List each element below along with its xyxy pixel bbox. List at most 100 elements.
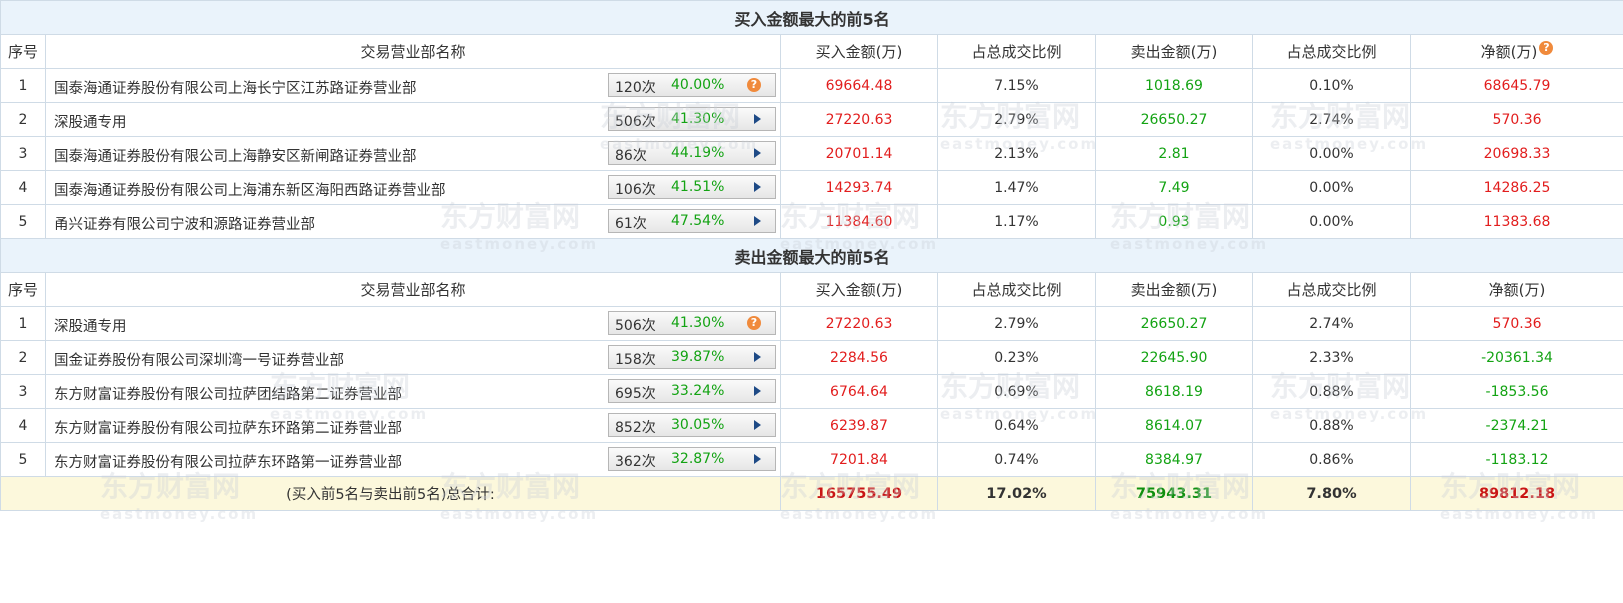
buy-amount: 2284.56	[780, 340, 938, 375]
trade-count-button[interactable]: 506次 41.30%?	[608, 311, 776, 335]
sell-amount: 8618.19	[1095, 374, 1253, 409]
sell-ratio: 0.10%	[1252, 68, 1411, 103]
broker-name-cell: 国泰海通证券股份有限公司上海长宁区江苏路证券营业部 120次 40.00%?	[45, 68, 781, 103]
net-amount: -1183.12	[1409, 442, 1623, 477]
broker-name-link[interactable]: 国泰海通证券股份有限公司上海长宁区江苏路证券营业部	[54, 77, 417, 98]
trade-count-button[interactable]: 106次 41.51%	[608, 175, 776, 199]
broker-name-link[interactable]: 深股通专用	[54, 111, 127, 132]
row-index: 1	[0, 68, 46, 103]
sell-amount: 22645.90	[1095, 340, 1253, 375]
row-index: 4	[0, 408, 46, 443]
header-row: 序号 交易营业部名称 买入金额(万) 占总成交比例 卖出金额(万) 占总成交比例 净额(万)	[0, 272, 1623, 307]
table-row: 4 国泰海通证券股份有限公司上海浦东新区海阳西路证券营业部 106次 41.51% 14…	[0, 170, 1623, 205]
header-buy-amount: 买入金额(万)	[780, 34, 938, 69]
table-row: 1 深股通专用 506次 41.30%? 27220.63 2.79% 26650.27 2.…	[0, 306, 1623, 341]
net-amount: 14286.25	[1409, 170, 1623, 205]
table-row: 1 国泰海通证券股份有限公司上海长宁区江苏路证券营业部 120次 40.00%? 696…	[0, 68, 1623, 103]
sell-amount: 8614.07	[1095, 408, 1253, 443]
header-broker-name-label: 交易营业部名称	[360, 281, 466, 299]
total-row: (买入前5名与卖出前5名)总合计: 165755.49 17.02% 75943.31…	[0, 476, 1623, 511]
buy-ratio: 0.23%	[937, 340, 1096, 375]
sell-ratio: 0.88%	[1252, 408, 1411, 443]
trade-count: 362次	[615, 454, 656, 470]
help-icon[interactable]: ?	[1539, 41, 1554, 55]
trade-success-rate: 47.54%	[671, 213, 725, 229]
net-amount: -1853.56	[1409, 374, 1623, 409]
row-index: 4	[0, 170, 46, 205]
trade-count-button[interactable]: 120次 40.00%?	[608, 73, 776, 97]
row-index: 3	[0, 136, 46, 171]
total-buy-ratio: 17.02%	[937, 476, 1096, 511]
header-broker-name: 交易营业部名称	[45, 34, 781, 69]
trade-success-rate: 44.19%	[671, 145, 725, 161]
sell-amount: 26650.27	[1095, 306, 1253, 341]
lhb-page: 买入金额最大的前5名 序号 交易营业部名称 买入金额(万) 占总成交比例 卖出金额(万) 占…	[0, 0, 1623, 603]
buy-amount: 14293.74	[780, 170, 938, 205]
table-row: 2 国金证券股份有限公司深圳湾一号证券营业部 158次 39.87% 2284.56 0.…	[0, 340, 1623, 375]
broker-name-link[interactable]: 甬兴证券有限公司宁波和源路证券营业部	[54, 213, 315, 234]
buy-ratio: 2.13%	[937, 136, 1096, 171]
net-amount: 570.36	[1409, 102, 1623, 137]
dragon-tiger-table: 买入金额最大的前5名 序号 交易营业部名称 买入金额(万) 占总成交比例 卖出金额(万) 占…	[0, 0, 1623, 511]
header-broker-name: 交易营业部名称	[45, 272, 781, 307]
total-buy-amount: 165755.49	[780, 476, 938, 511]
total-net-amount: 89812.18	[1409, 476, 1623, 511]
broker-name-link[interactable]: 东方财富证券股份有限公司拉萨团结路第二证券营业部	[54, 383, 402, 404]
total-label: (买入前5名与卖出前5名)总合计:	[0, 476, 781, 511]
arrow-right-icon	[754, 114, 761, 124]
broker-name-link[interactable]: 东方财富证券股份有限公司拉萨东环路第二证券营业部	[54, 417, 402, 438]
header-net-amount: 净额(万)	[1409, 272, 1623, 307]
trade-count: 506次	[615, 114, 656, 130]
buy-amount: 69664.48	[780, 68, 938, 103]
table-body: 买入金额最大的前5名 序号 交易营业部名称 买入金额(万) 占总成交比例 卖出金额(万) 占…	[0, 0, 1623, 511]
buy-amount: 27220.63	[780, 306, 938, 341]
help-icon: ?	[747, 316, 761, 330]
total-sell-amount: 75943.31	[1095, 476, 1253, 511]
trade-count-button[interactable]: 158次 39.87%	[608, 345, 776, 369]
header-buy-amount: 买入金额(万)	[780, 272, 938, 307]
sell-amount: 8384.97	[1095, 442, 1253, 477]
trade-count-button[interactable]: 61次 47.54%	[608, 209, 776, 233]
trade-count-button[interactable]: 362次 32.87%	[608, 447, 776, 471]
row-index: 3	[0, 374, 46, 409]
trade-count-button[interactable]: 852次 30.05%	[608, 413, 776, 437]
buy-amount: 6764.64	[780, 374, 938, 409]
sell-ratio: 2.33%	[1252, 340, 1411, 375]
sell-ratio: 0.00%	[1252, 136, 1411, 171]
table-row: 3 国泰海通证券股份有限公司上海静安区新闸路证券营业部 86次 44.19% 20701…	[0, 136, 1623, 171]
trade-success-rate: 40.00%	[671, 77, 725, 93]
trade-count: 106次	[615, 182, 656, 198]
sell-ratio: 2.74%	[1252, 306, 1411, 341]
arrow-right-icon	[754, 454, 761, 464]
row-index: 1	[0, 306, 46, 341]
broker-name-link[interactable]: 深股通专用	[54, 315, 127, 336]
arrow-right-icon	[754, 216, 761, 226]
header-sell-amount: 卖出金额(万)	[1095, 272, 1253, 307]
trade-success-rate: 30.05%	[671, 417, 725, 433]
section-title: 卖出金额最大的前5名	[0, 238, 1623, 273]
trade-count-button[interactable]: 506次 41.30%	[608, 107, 776, 131]
arrow-right-icon	[754, 420, 761, 430]
broker-name-cell: 东方财富证券股份有限公司拉萨团结路第二证券营业部 695次 33.24%	[45, 374, 781, 409]
arrow-right-icon	[754, 148, 761, 158]
broker-name-link[interactable]: 国金证券股份有限公司深圳湾一号证券营业部	[54, 349, 344, 370]
broker-name-link[interactable]: 国泰海通证券股份有限公司上海静安区新闸路证券营业部	[54, 145, 417, 166]
header-index: 序号	[0, 272, 46, 307]
table-row: 3 东方财富证券股份有限公司拉萨团结路第二证券营业部 695次 33.24% 6764.…	[0, 374, 1623, 409]
buy-amount: 27220.63	[780, 102, 938, 137]
header-sell-ratio-label: 占总成交比例	[1286, 43, 1377, 61]
broker-name-link[interactable]: 国泰海通证券股份有限公司上海浦东新区海阳西路证券营业部	[54, 179, 446, 200]
trade-success-rate: 33.24%	[671, 383, 725, 399]
broker-name-link[interactable]: 东方财富证券股份有限公司拉萨东环路第一证券营业部	[54, 451, 402, 472]
header-net-amount-label: 净额(万)	[1488, 281, 1546, 299]
net-amount: 570.36	[1409, 306, 1623, 341]
trade-count-button[interactable]: 86次 44.19%	[608, 141, 776, 165]
buy-amount: 20701.14	[780, 136, 938, 171]
net-amount: 68645.79	[1409, 68, 1623, 103]
trade-success-rate: 39.87%	[671, 349, 725, 365]
total-sell-ratio: 7.80%	[1252, 476, 1411, 511]
sell-amount: 26650.27	[1095, 102, 1253, 137]
trade-count-button[interactable]: 695次 33.24%	[608, 379, 776, 403]
row-index: 2	[0, 102, 46, 137]
section-title-row: 买入金额最大的前5名	[0, 0, 1623, 35]
